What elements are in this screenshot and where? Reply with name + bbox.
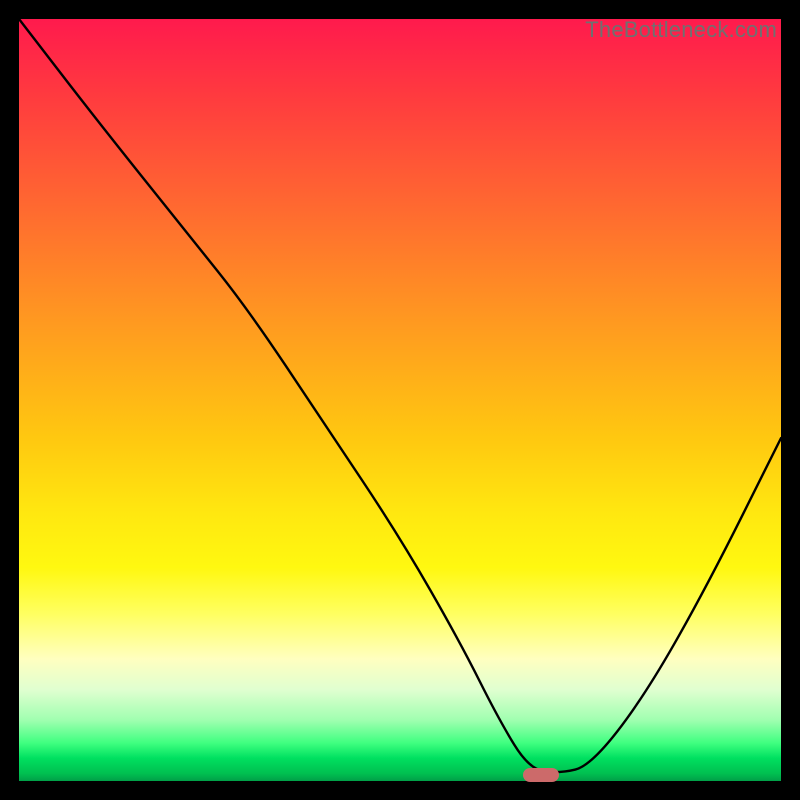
optimum-marker [523,768,559,782]
bottleneck-curve-path [19,19,781,772]
curve-svg [19,19,781,781]
plot-area: TheBottleneck.com [19,19,781,781]
chart-frame: TheBottleneck.com [0,0,800,800]
